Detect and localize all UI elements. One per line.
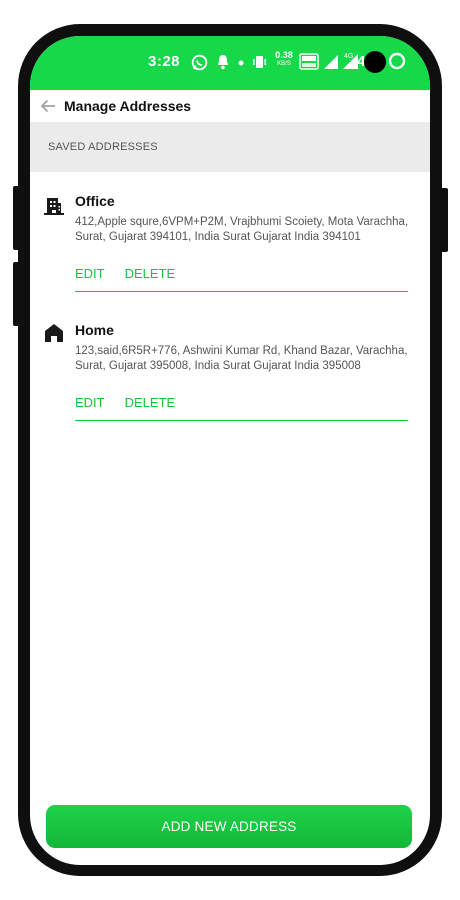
back-arrow-icon[interactable] bbox=[40, 98, 56, 114]
volume-button bbox=[13, 262, 21, 326]
phone-screen: 3:28 0.38 KB/S 4G 4 Manage Addresses SAV… bbox=[30, 36, 430, 865]
front-camera bbox=[364, 51, 386, 73]
page-title: Manage Addresses bbox=[64, 98, 192, 114]
side-button-right bbox=[441, 188, 448, 252]
section-label: SAVED ADDRESSES bbox=[48, 141, 158, 153]
divider bbox=[75, 420, 408, 421]
divider bbox=[75, 291, 408, 292]
delete-button[interactable]: DELETE bbox=[125, 266, 176, 281]
net-speed-icon: 0.38 KB/S bbox=[275, 50, 293, 68]
edit-button[interactable]: EDIT bbox=[75, 395, 105, 410]
edit-button[interactable]: EDIT bbox=[75, 266, 105, 281]
status-bar: 3:28 0.38 KB/S 4G 4 bbox=[30, 36, 430, 90]
address-text: 123,said,6R5R+776, Ashwini Kumar Rd, Kha… bbox=[75, 345, 408, 372]
address-actions: EDIT DELETE bbox=[75, 395, 195, 410]
office-building-icon bbox=[44, 198, 64, 215]
notification-bell-icon bbox=[218, 55, 228, 70]
vibrate-icon bbox=[253, 56, 266, 68]
power-button bbox=[13, 186, 21, 250]
signal-icon bbox=[324, 55, 338, 69]
add-new-address-button[interactable]: ADD NEW ADDRESS bbox=[46, 805, 412, 848]
battery-icon bbox=[388, 52, 406, 70]
address-item-home: Home 123,said,6R5R+776, Ashwini Kumar Rd… bbox=[30, 322, 430, 422]
address-actions: EDIT DELETE bbox=[75, 266, 195, 281]
saved-addresses-header: SAVED ADDRESSES bbox=[30, 122, 430, 172]
address-name: Office bbox=[75, 193, 115, 209]
status-time: 3:28 bbox=[148, 53, 181, 70]
home-icon bbox=[45, 324, 63, 342]
app-bar: Manage Addresses bbox=[30, 90, 430, 122]
address-text: 412,Apple squre,6VPM+P2M, Vrajbhumi Scoi… bbox=[75, 216, 409, 243]
volte-icon bbox=[299, 53, 319, 70]
dot-icon bbox=[238, 60, 244, 66]
address-name: Home bbox=[75, 322, 114, 338]
whatsapp-icon bbox=[191, 54, 208, 71]
address-item-office: Office 412,Apple squre,6VPM+P2M, Vrajbhu… bbox=[30, 193, 430, 293]
svg-text:4G: 4G bbox=[344, 53, 353, 60]
delete-button[interactable]: DELETE bbox=[125, 395, 176, 410]
